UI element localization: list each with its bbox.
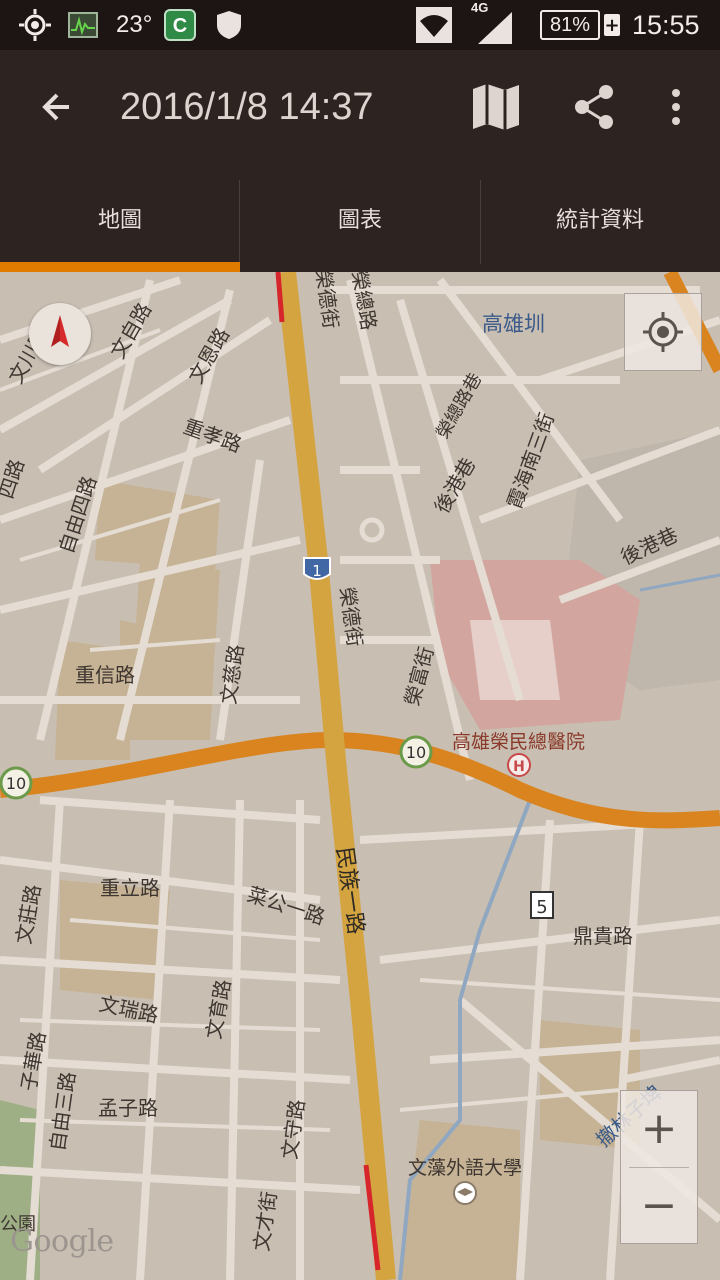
- tab-chart[interactable]: 圖表: [240, 164, 480, 272]
- label-dinggui-rd: 鼎貴路: [573, 924, 633, 948]
- network-type-text: 4G: [471, 0, 489, 15]
- label-chongli-rd: 重立路: [100, 876, 160, 900]
- map-canvas: 1 10 10 5 H 文川路 文自路 文恩路 重孝路 自由四路 四路 重信路 …: [0, 272, 720, 1280]
- zoom-out-icon: −: [640, 1180, 678, 1231]
- google-attribution: Google: [10, 1224, 114, 1259]
- share-button[interactable]: [558, 50, 630, 164]
- label-wenzao-uni: 文藻外語大學: [408, 1157, 522, 1179]
- zoom-in-button[interactable]: +: [621, 1091, 697, 1166]
- map-icon: [473, 84, 519, 130]
- svg-text:C: C: [173, 15, 187, 37]
- share-icon: [575, 85, 613, 129]
- route-10-shield: 10: [399, 735, 433, 769]
- battery-icon: 81% +: [540, 0, 620, 50]
- label-kaohsiung-zhen: 高雄圳: [482, 312, 545, 336]
- zoom-in-icon: +: [640, 1103, 678, 1154]
- hospital-icon: H: [507, 753, 531, 777]
- app-c-icon: C: [164, 0, 196, 50]
- back-button[interactable]: [22, 50, 92, 164]
- label-chongxin-rd: 重信路: [75, 663, 135, 687]
- app-bar: 2016/1/8 14:37: [0, 50, 720, 164]
- my-location-button[interactable]: [624, 293, 702, 371]
- map-view[interactable]: 1 10 10 5 H 文川路 文自路 文恩路 重孝路 自由四路 四路 重信路 …: [0, 272, 720, 1280]
- tab-bar: 地圖 圖表 統計資料: [0, 164, 720, 274]
- zoom-out-button[interactable]: −: [621, 1168, 697, 1243]
- clock-text: 15:55: [632, 9, 700, 40]
- university-icon: [453, 1181, 477, 1205]
- tab-map[interactable]: 地圖: [0, 164, 240, 272]
- label-mengzi-rd: 孟子路: [98, 1096, 158, 1120]
- back-arrow-icon: [42, 93, 69, 121]
- charging-icon: +: [604, 14, 620, 36]
- brightness-icon: [18, 0, 52, 50]
- status-bar: 23° C 4G 81% + 15:55: [0, 0, 720, 50]
- hospital-mark: H: [513, 759, 525, 775]
- route-5-label: 5: [536, 897, 547, 918]
- route-1-label: 1: [312, 562, 322, 580]
- temperature-text: 23°: [116, 11, 153, 38]
- wifi-icon: [416, 0, 452, 50]
- map-view-button[interactable]: [460, 50, 532, 164]
- shield-icon: [216, 0, 242, 50]
- route-10-label: 10: [6, 774, 26, 793]
- page-title: 2016/1/8 14:37: [120, 85, 374, 128]
- activity-monitor-icon: [68, 0, 98, 50]
- overflow-menu-button[interactable]: [650, 50, 702, 164]
- route-1-shield: 1: [303, 557, 331, 580]
- compass-icon: [51, 315, 69, 347]
- zoom-controls: + −: [620, 1090, 698, 1244]
- my-location-icon: [643, 312, 683, 352]
- route-10-label: 10: [406, 743, 426, 762]
- active-tab-indicator: [0, 262, 240, 272]
- label-hospital: 高雄榮民總醫院: [452, 731, 585, 753]
- battery-level-text: 81%: [549, 13, 591, 36]
- tab-statistics[interactable]: 統計資料: [480, 164, 720, 272]
- more-vertical-icon: [672, 89, 680, 125]
- route-5-shield: 5: [530, 891, 554, 919]
- route-10-shield: 10: [0, 766, 33, 800]
- compass-button[interactable]: [29, 303, 91, 365]
